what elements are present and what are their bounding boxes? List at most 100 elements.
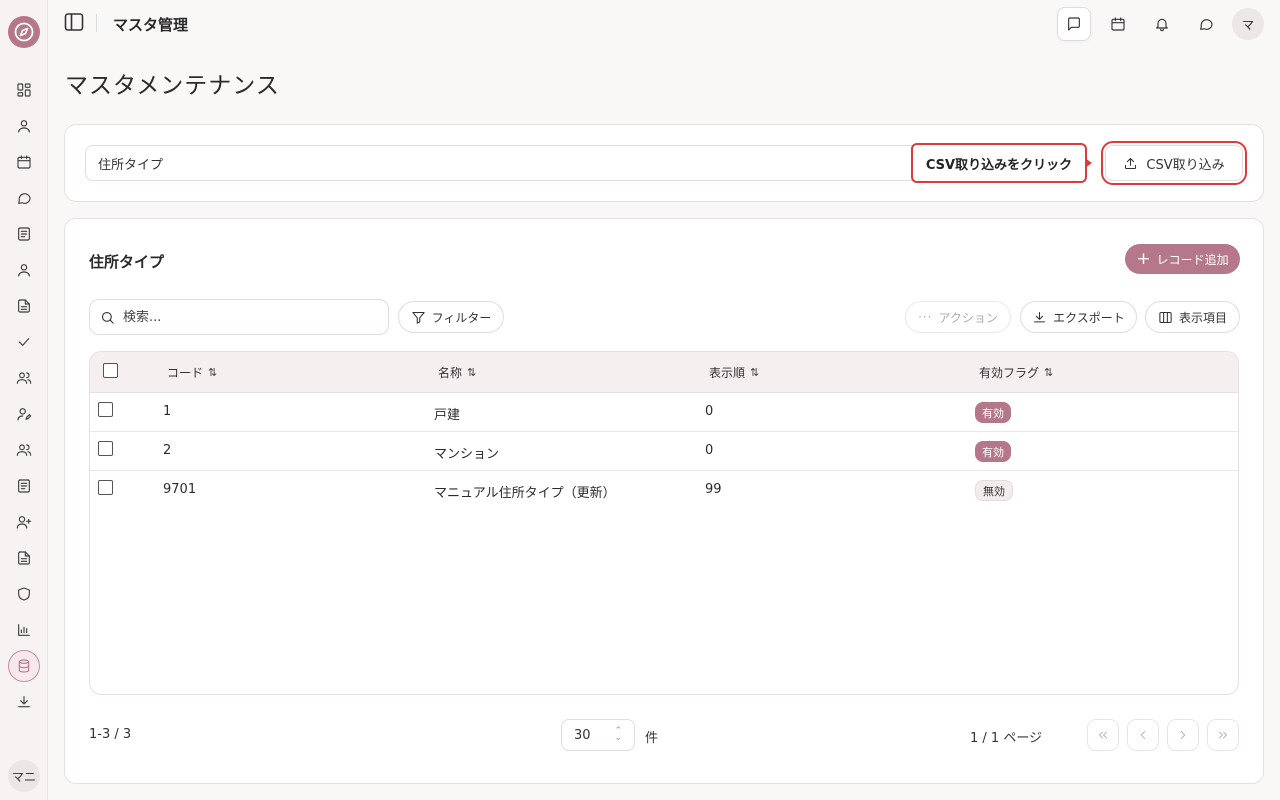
search-box (89, 299, 389, 335)
sidebar-toggle-icon[interactable] (64, 12, 84, 32)
sidebar-item-records[interactable] (12, 474, 36, 498)
calendar-button[interactable] (1102, 8, 1134, 40)
dashboard-icon (17, 83, 31, 97)
message-square-icon (1068, 17, 1080, 31)
filter-label: フィルター (431, 310, 492, 325)
user-plus-icon (16, 516, 32, 529)
upload-icon (1125, 157, 1137, 169)
columns-label: 表示項目 (1178, 310, 1227, 325)
user-icon (18, 120, 30, 133)
more-horizontal-icon: ··· (918, 310, 933, 324)
sidebar-item-members[interactable] (12, 438, 36, 462)
messages-button[interactable] (1190, 8, 1222, 40)
sidebar-item-book[interactable] (12, 222, 36, 246)
export-button[interactable]: エクスポート (1020, 301, 1137, 333)
table-row[interactable]: 1 戸建 0 有効 (90, 393, 1238, 432)
document-icon (18, 551, 30, 565)
cell-name: マンション (434, 447, 500, 462)
sidebar-item-chat[interactable] (12, 186, 36, 210)
csv-import-label: CSV取り込み (1146, 157, 1225, 173)
sidebar-item-tasks[interactable] (12, 330, 36, 354)
sidebar-item-download[interactable] (12, 690, 36, 714)
page-size-unit: 件 (645, 731, 659, 746)
search-icon (101, 311, 114, 324)
record-range: 1-3 / 3 (89, 727, 132, 742)
filter-button[interactable]: フィルター (398, 301, 504, 333)
status-badge: 有効 (975, 402, 1011, 423)
book-icon (18, 479, 30, 493)
data-table: コード ⇅ 名称 ⇅ 表示順 ⇅ 有効フラグ ⇅ 1 戸建 0 有効 2 マンション 0… (89, 351, 1239, 695)
sidebar-item-analytics[interactable] (12, 618, 36, 642)
section-title: マスタ管理 (113, 16, 189, 34)
export-label: エクスポート (1053, 310, 1125, 325)
cell-order: 99 (705, 482, 722, 497)
sidebar-item-dashboard[interactable] (12, 78, 36, 102)
sidebar-item-security[interactable] (12, 582, 36, 606)
user-avatar[interactable]: マニ (8, 760, 40, 792)
sidebar-item-document[interactable] (12, 294, 36, 318)
cell-name: 戸建 (434, 408, 461, 423)
compass-logo-icon (14, 22, 34, 42)
sort-icon: ⇅ (208, 366, 218, 379)
sidebar-item-calendar[interactable] (12, 150, 36, 174)
sidebar-item-profile[interactable] (12, 258, 36, 282)
table-header: コード ⇅ 名称 ⇅ 表示順 ⇅ 有効フラグ ⇅ (90, 352, 1238, 393)
search-input[interactable] (123, 309, 363, 325)
page-title: マスタメンテナンス (65, 73, 280, 99)
row-checkbox[interactable] (98, 402, 113, 417)
sidebar-item-reports[interactable] (12, 546, 36, 570)
add-record-button[interactable]: + レコード追加 (1125, 244, 1240, 274)
download-icon (1034, 311, 1046, 322)
card-title: 住所タイプ (89, 253, 165, 271)
column-header-flag[interactable]: 有効フラグ ⇅ (979, 364, 1053, 381)
chat-icon (18, 193, 31, 204)
header-label: コード (167, 366, 204, 380)
first-page-button[interactable] (1087, 719, 1119, 751)
select-all-checkbox[interactable] (103, 363, 118, 378)
sidebar-item-user-add[interactable] (12, 510, 36, 534)
bar-chart-icon (18, 624, 30, 636)
row-checkbox[interactable] (98, 441, 113, 456)
column-header-order[interactable]: 表示順 ⇅ (709, 364, 759, 381)
column-header-code[interactable]: コード ⇅ (167, 364, 217, 381)
users-icon (16, 444, 32, 456)
csv-import-button[interactable]: CSV取り込み (1105, 145, 1243, 181)
next-page-button[interactable] (1167, 719, 1199, 751)
column-header-name[interactable]: 名称 ⇅ (438, 364, 476, 381)
last-page-button[interactable] (1207, 719, 1239, 751)
chevron-right-icon (1180, 731, 1186, 739)
table-row[interactable]: 9701 マニュアル住所タイプ（更新） 99 無効 (90, 471, 1238, 510)
chevrons-left-icon (1099, 731, 1107, 739)
action-button[interactable]: ··· アクション (905, 301, 1011, 333)
page-size-select[interactable]: 30 ⌃ ⌄ (561, 719, 635, 751)
table-row[interactable]: 2 マンション 0 有効 (90, 432, 1238, 471)
cell-code: 1 (163, 404, 172, 419)
master-type-select[interactable]: 住所タイプ (85, 145, 925, 181)
calendar-icon (17, 155, 31, 169)
sort-icon: ⇅ (750, 366, 760, 379)
plus-icon: + (1136, 248, 1151, 269)
columns-icon (1159, 311, 1172, 323)
callout-arrow (1085, 158, 1092, 168)
master-type-value: 住所タイプ (98, 157, 164, 173)
status-badge: 有効 (975, 441, 1011, 462)
row-checkbox[interactable] (98, 480, 113, 495)
page-size-value: 30 (574, 727, 591, 743)
document-icon (18, 299, 30, 313)
cell-code: 2 (163, 443, 172, 458)
header-avatar[interactable]: マ (1232, 8, 1264, 40)
chevron-up-down-icon: ⌃ ⌄ (614, 726, 622, 743)
prev-page-button[interactable] (1127, 719, 1159, 751)
feedback-button[interactable] (1057, 7, 1091, 41)
notifications-button[interactable] (1146, 8, 1178, 40)
sort-icon: ⇅ (1044, 366, 1054, 379)
data-card: 住所タイプ + レコード追加 フィルター ··· アクション エクスポート 表示… (64, 218, 1264, 784)
columns-button[interactable]: 表示項目 (1145, 301, 1240, 333)
app-logo[interactable] (8, 16, 40, 48)
sidebar-item-master[interactable] (8, 650, 40, 682)
sidebar-item-user[interactable] (12, 114, 36, 138)
download-icon (18, 696, 30, 708)
sidebar-item-team[interactable] (12, 366, 36, 390)
cell-order: 0 (705, 443, 714, 458)
sidebar-item-user-edit[interactable] (12, 402, 36, 426)
